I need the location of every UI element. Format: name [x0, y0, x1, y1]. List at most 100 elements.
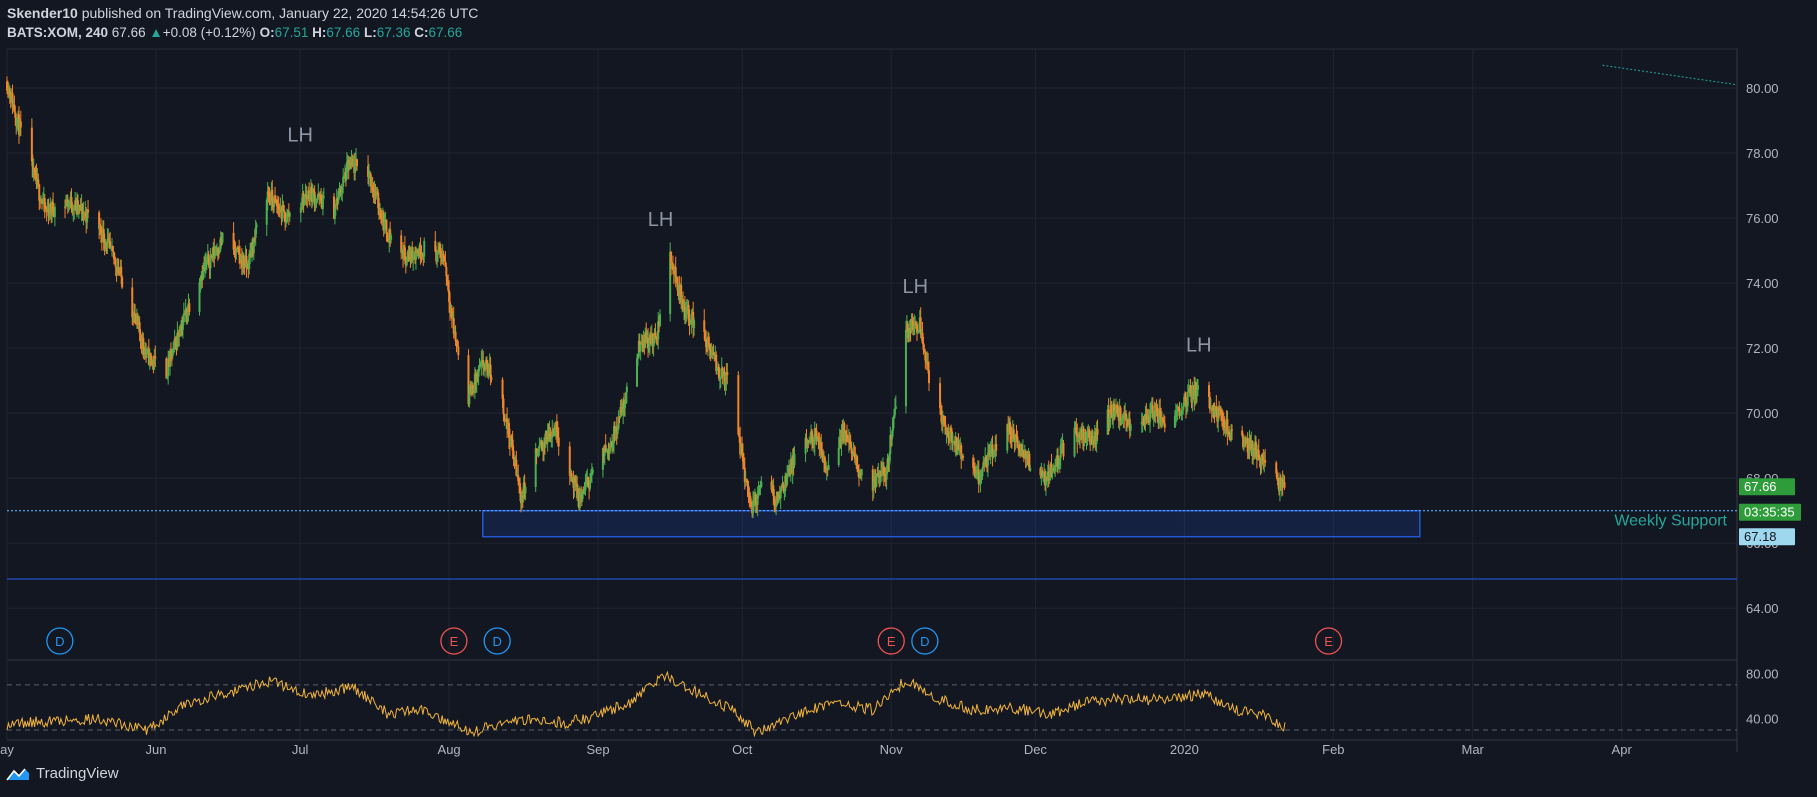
- candle-body: [995, 443, 998, 451]
- candle-body: [1283, 482, 1286, 488]
- candle-body: [385, 219, 388, 234]
- candle-body: [1163, 423, 1166, 428]
- candle-body: [1096, 428, 1099, 435]
- candle-body: [591, 469, 594, 473]
- candle-body: [737, 375, 740, 435]
- candle-body: [445, 266, 448, 277]
- candle-body: [503, 414, 506, 419]
- candle-body: [557, 437, 560, 447]
- price-label-support: 67.18: [1744, 529, 1777, 544]
- candle-body: [894, 406, 897, 409]
- candle-body: [625, 386, 628, 393]
- candle-body: [457, 346, 460, 356]
- candle-body: [707, 336, 710, 344]
- event-marker-letter: E: [450, 634, 459, 649]
- y-tick-label: 74.00: [1746, 276, 1779, 291]
- candle-body: [654, 332, 657, 337]
- y-tick-label: 80.00: [1746, 81, 1779, 96]
- tradingview-logo-icon[interactable]: [6, 767, 30, 781]
- y-tick-label: 78.00: [1746, 146, 1779, 161]
- price-label-last: 67.66: [1744, 479, 1777, 494]
- candle-body: [837, 447, 840, 466]
- lower-high-label: LH: [902, 276, 928, 298]
- candle-body: [860, 469, 863, 476]
- x-tick-label: ay: [0, 742, 14, 757]
- oscillator-tick-label: 80.00: [1746, 667, 1779, 682]
- candle-body: [255, 224, 258, 228]
- event-marker-letter: D: [920, 634, 929, 649]
- candle-body: [846, 434, 849, 436]
- event-marker-letter: D: [55, 634, 64, 649]
- candle-body: [1129, 424, 1132, 431]
- candle-body: [1186, 391, 1189, 407]
- x-tick-label: Aug: [438, 742, 461, 757]
- y-tick-label: 76.00: [1746, 211, 1779, 226]
- candle-body: [659, 314, 662, 326]
- candle-body: [827, 465, 830, 470]
- candle-body: [188, 303, 191, 312]
- footer-brand[interactable]: TradingView: [36, 765, 119, 782]
- weekly-support-label: Weekly Support: [1614, 513, 1727, 530]
- candle-body: [624, 403, 627, 409]
- candle-body: [904, 329, 907, 407]
- candle-body: [793, 453, 796, 466]
- candle-body: [1264, 460, 1267, 463]
- candle-body: [1110, 405, 1113, 415]
- candle-body: [726, 372, 729, 376]
- candle-body: [142, 337, 145, 348]
- candle-body: [1062, 442, 1065, 457]
- y-tick-label: 72.00: [1746, 341, 1779, 356]
- candle-body: [37, 179, 40, 185]
- candle-body: [454, 331, 457, 342]
- x-tick-label: Feb: [1322, 742, 1344, 757]
- x-tick-label: Dec: [1024, 742, 1048, 757]
- trend-line: [1602, 64, 1738, 86]
- candle-body: [121, 276, 124, 288]
- event-marker-letter: E: [887, 634, 896, 649]
- price-chart[interactable]: 64.0066.0068.0070.0072.0074.0076.0078.00…: [0, 0, 1817, 797]
- event-marker-letter: D: [492, 634, 501, 649]
- x-tick-label: Oct: [732, 742, 753, 757]
- candle-body: [154, 356, 157, 359]
- lower-high-label: LH: [1186, 334, 1212, 356]
- candle-body: [286, 213, 289, 223]
- candle-body: [639, 344, 642, 352]
- candle-body: [111, 245, 114, 252]
- candle-body: [1029, 468, 1032, 471]
- x-tick-label: Jul: [292, 742, 309, 757]
- candle-body: [288, 212, 291, 217]
- candle-body: [468, 393, 471, 405]
- candle-body: [165, 358, 168, 379]
- lower-high-label: LH: [287, 125, 313, 147]
- candle-body: [986, 452, 989, 466]
- event-marker-letter: E: [1324, 634, 1333, 649]
- candle-body: [356, 159, 359, 167]
- candle-body: [322, 196, 325, 198]
- candles: [6, 76, 1286, 519]
- candle-body: [981, 467, 984, 477]
- candle-body: [1196, 385, 1199, 391]
- candle-body: [524, 486, 527, 494]
- footer: TradingView: [6, 765, 119, 782]
- x-tick-label: Apr: [1612, 742, 1633, 757]
- candle-body: [19, 121, 22, 128]
- y-tick-label: 64.00: [1746, 601, 1779, 616]
- candle-body: [114, 259, 117, 268]
- candle-body: [490, 377, 493, 380]
- oscillator-tick-label: 40.00: [1746, 712, 1779, 727]
- x-tick-label: Sep: [587, 742, 610, 757]
- price-label-countdown: 03:35:35: [1744, 505, 1795, 520]
- oscillator-line: [6, 670, 1286, 738]
- candle-body: [221, 232, 224, 243]
- x-tick-label: 2020: [1170, 742, 1199, 757]
- x-tick-label: Jun: [145, 742, 166, 757]
- candle-body: [775, 505, 778, 508]
- x-tick-label: Nov: [880, 742, 904, 757]
- candle-body: [786, 474, 789, 485]
- main-pane-border: [6, 48, 1738, 661]
- candle-body: [893, 408, 896, 416]
- candle-body: [502, 398, 505, 415]
- support-zone: [482, 509, 1421, 538]
- candle-body: [207, 254, 210, 266]
- candle-body: [87, 209, 90, 213]
